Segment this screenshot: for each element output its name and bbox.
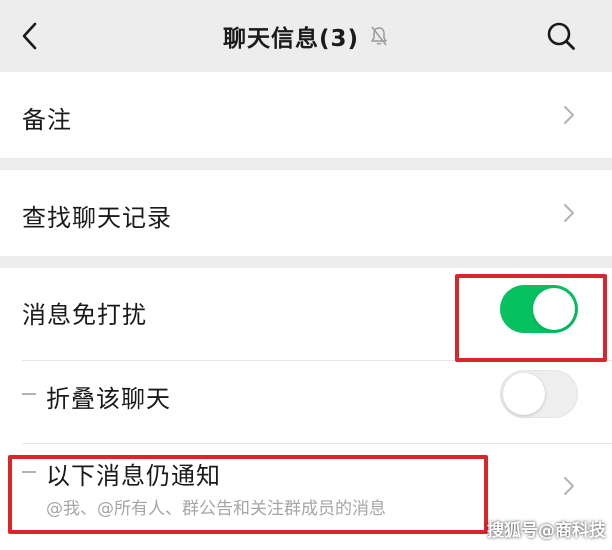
- chevron-right-icon: [562, 105, 576, 125]
- highlight-box-still-notify: [8, 455, 488, 534]
- search-icon: [547, 22, 575, 50]
- do-not-disturb-label: 消息免打扰: [22, 301, 147, 329]
- page-title: 聊天信息(3): [222, 26, 360, 52]
- find-chat-history-row[interactable]: 查找聊天记录: [0, 170, 612, 256]
- highlight-box-toggle: [455, 274, 607, 362]
- top-bar: 聊天信息(3): [0, 0, 612, 72]
- chevron-right-icon: [562, 203, 576, 223]
- toggle-knob: [503, 373, 545, 415]
- fold-chat-label: 折叠该聊天: [46, 385, 171, 413]
- fold-chat-toggle[interactable]: [500, 370, 578, 418]
- remark-row[interactable]: 备注: [0, 72, 612, 158]
- title-group: 聊天信息(3): [0, 18, 612, 54]
- divider: [22, 443, 612, 444]
- bell-muted-icon: [369, 25, 389, 47]
- chevron-right-icon[interactable]: [562, 476, 576, 496]
- indent-dash: [22, 393, 36, 395]
- search-button[interactable]: [543, 18, 579, 54]
- remark-label: 备注: [22, 106, 72, 134]
- watermark-text: 搜狐号@商科技: [487, 521, 606, 541]
- find-chat-history-label: 查找聊天记录: [22, 204, 172, 232]
